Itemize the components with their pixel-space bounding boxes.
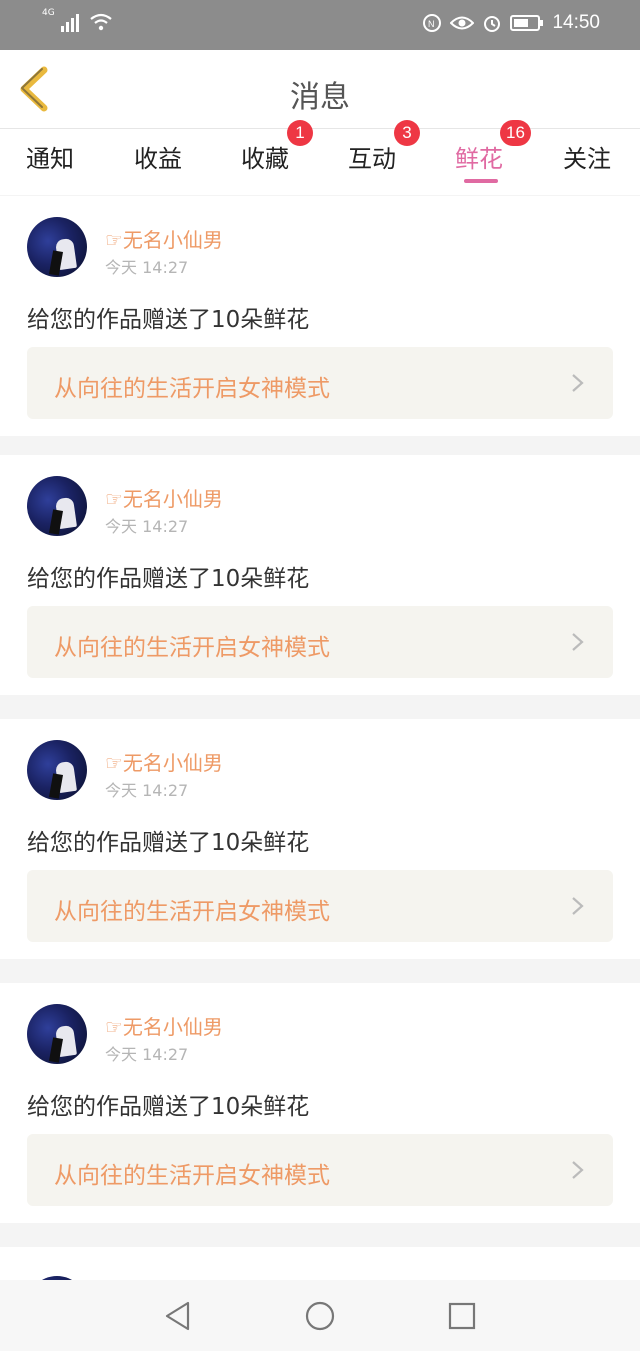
message-text: 给您的作品赠送了10朵鲜花 (27, 1094, 310, 1120)
chevron-right-icon (572, 897, 584, 915)
notification-card: ☞无名小仙男 今天 14:27 给您的作品赠送了10朵鲜花 从向往的生活开启女神… (0, 455, 640, 695)
battery-icon (510, 15, 544, 31)
username[interactable]: ☞无名小仙男 (105, 483, 223, 512)
work-title: 从向往的生活开启女神模式 (54, 635, 330, 661)
username[interactable]: ☞无名小仙男 (105, 747, 223, 776)
work-link[interactable]: 从向往的生活开启女神模式 (27, 606, 613, 678)
svg-text:N: N (428, 19, 435, 29)
tab-favorites[interactable]: 收藏 (241, 139, 289, 174)
message-text: 给您的作品赠送了10朵鲜花 (27, 307, 310, 333)
timestamp: 今天 14:27 (105, 781, 189, 800)
alarm-icon (484, 16, 501, 32)
tab-bar: 通知 收益 收藏 1 互动 3 鲜花 16 关注 (0, 120, 640, 195)
work-title: 从向往的生活开启女神模式 (54, 899, 330, 925)
work-title: 从向往的生活开启女神模式 (54, 376, 330, 402)
avatar[interactable] (27, 476, 87, 536)
status-right: N 14:50 (422, 12, 600, 34)
title-bar: 消息 (0, 50, 640, 129)
recents-square-icon[interactable] (446, 1300, 478, 1332)
notification-card: ☞无名小仙男 今天 14:27 给您的作品赠送了10朵鲜花 从向往的生活开启女神… (0, 719, 640, 959)
signal-icon (60, 14, 79, 32)
timestamp: 今天 14:27 (105, 258, 189, 277)
work-link[interactable]: 从向往的生活开启女神模式 (27, 1134, 613, 1206)
tab-follow[interactable]: 关注 (563, 139, 611, 174)
interaction-badge: 3 (394, 120, 420, 146)
favorites-badge: 1 (287, 120, 313, 146)
tab-interaction[interactable]: 互动 (348, 139, 396, 174)
active-tab-indicator (464, 179, 498, 183)
status-left: 4G (42, 8, 113, 32)
avatar[interactable] (27, 740, 87, 800)
notification-card: ☞无名小仙男 今天 14:27 给您的作品赠送了10朵鲜花 从向往的生活开启女神… (0, 196, 640, 436)
wifi-icon (90, 13, 112, 31)
back-triangle-icon[interactable] (162, 1300, 194, 1332)
notification-card: ☞无名小仙男 今天 14:27 给您的作品赠送了10朵鲜花 从向往的生活开启女神… (0, 983, 640, 1223)
chevron-right-icon (572, 633, 584, 651)
tab-earnings[interactable]: 收益 (134, 139, 182, 174)
message-text: 给您的作品赠送了10朵鲜花 (27, 566, 310, 592)
work-link[interactable]: 从向往的生活开启女神模式 (27, 870, 613, 942)
username[interactable]: ☞无名小仙男 (105, 224, 223, 253)
tab-notice[interactable]: 通知 (26, 139, 74, 174)
work-link[interactable]: 从向往的生活开启女神模式 (27, 347, 613, 419)
flowers-badge: 16 (500, 120, 531, 146)
tab-flowers[interactable]: 鲜花 (455, 139, 503, 174)
timestamp: 今天 14:27 (105, 1045, 189, 1064)
home-circle-icon[interactable] (304, 1300, 336, 1332)
message-text: 给您的作品赠送了10朵鲜花 (27, 830, 310, 856)
page-title: 消息 (290, 80, 350, 115)
chevron-right-icon (572, 1161, 584, 1179)
data-saver-icon: N (423, 14, 442, 32)
system-nav-bar (0, 1280, 640, 1351)
work-title: 从向往的生活开启女神模式 (54, 1163, 330, 1189)
chevron-right-icon (572, 374, 584, 392)
avatar[interactable] (27, 1004, 87, 1064)
username[interactable]: ☞无名小仙男 (105, 1011, 223, 1040)
eye-icon (450, 16, 475, 30)
network-type: 4G (42, 8, 55, 18)
clock: 14:50 (552, 12, 600, 33)
status-bar: 4G N 14:50 (0, 0, 640, 50)
avatar[interactable] (27, 217, 87, 277)
timestamp: 今天 14:27 (105, 517, 189, 536)
